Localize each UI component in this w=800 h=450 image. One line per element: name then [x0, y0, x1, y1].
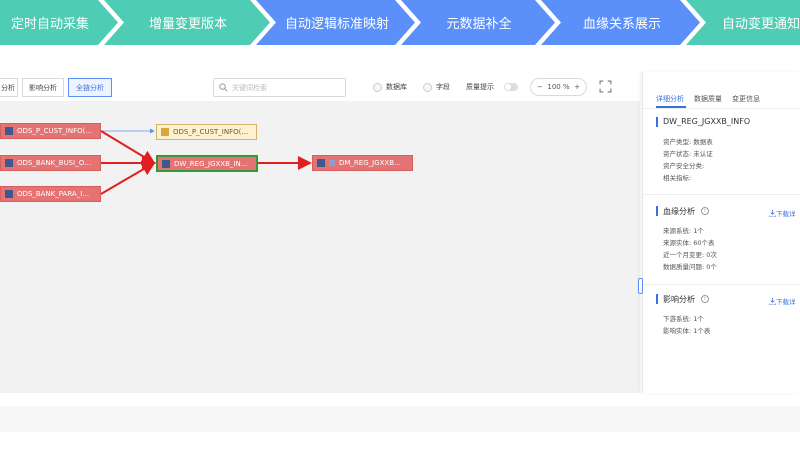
node-label: ODS_P_CUST_INFO(…	[17, 127, 93, 135]
download-label: 下载详	[776, 210, 796, 218]
node-label: DM_REG_JGXXB…	[339, 159, 402, 167]
node-label: ODS_P_CUST_INFO(…	[173, 128, 249, 136]
lineage-app: 定时自动采集 增量变更版本 自动逻辑标准映射 元数据补全 血缘关系展示 自动变更…	[0, 0, 800, 450]
pipeline-step-label: 自动变更通知	[721, 17, 800, 32]
filter-field-radio[interactable]	[423, 83, 432, 92]
help-icon[interactable]: i	[701, 207, 709, 215]
download-icon	[768, 298, 777, 306]
section-divider	[643, 194, 800, 195]
edge-n1-n5	[100, 130, 156, 165]
lineage-node-selected[interactable]: DW_REG_JGXXB_IN…	[156, 155, 258, 172]
search-placeholder: 关键词检索	[232, 83, 267, 92]
lineage-quality-issues: 数据质量问题: 0个	[663, 263, 717, 271]
edge-n3-n5	[100, 161, 156, 195]
search-icon	[219, 83, 228, 92]
node-label: DW_REG_JGXXB_IN…	[174, 159, 248, 168]
section-marker	[656, 117, 658, 127]
node-label: ODS_BANK_BUSI_O…	[17, 159, 92, 167]
table-icon	[317, 159, 325, 167]
search-input[interactable]: 关键词检索	[213, 78, 346, 97]
table-icon	[5, 127, 13, 135]
fullscreen-icon[interactable]	[599, 80, 612, 93]
impact-entities: 影响实体: 1个表	[663, 327, 711, 335]
filter-database-label: 数据库	[386, 83, 407, 91]
pipeline-step-label: 自动逻辑标准映射	[284, 17, 389, 32]
tab-change-info[interactable]: 变更信息	[732, 94, 760, 104]
pipeline-step-label: 血缘关系展示	[582, 17, 661, 32]
pipeline-step-label: 元数据补全	[446, 17, 512, 32]
zoom-level: 100 %	[547, 83, 570, 91]
pipeline-step-5: 血缘关系展示	[561, 0, 683, 45]
impact-section-title: 影响分析	[663, 295, 695, 304]
section-divider	[643, 284, 800, 285]
tab-detail-analysis[interactable]: 详细分析	[656, 94, 684, 104]
tab-analysis[interactable]: 分析	[0, 78, 18, 97]
asset-status: 资产状态: 未认证	[663, 150, 713, 158]
lineage-edges	[100, 128, 312, 195]
footer-band	[0, 406, 800, 432]
lineage-monthly-changes: 近一个月变更: 0次	[663, 251, 717, 259]
tab-label: 全链分析	[76, 83, 104, 92]
help-icon[interactable]: i	[701, 295, 709, 303]
download-lineage-link[interactable]: 下载详	[768, 208, 796, 218]
zoom-control: − 100 % +	[530, 78, 587, 96]
lineage-node-source[interactable]: ODS_BANK_PARA_I…	[0, 186, 101, 202]
link-icon	[329, 160, 335, 166]
section-marker	[656, 294, 658, 304]
quality-hint-toggle[interactable]	[504, 83, 518, 91]
impact-downstream-systems: 下游系统: 1个	[663, 315, 704, 323]
graph-toolbar: 分析 影响分析 全链分析 关键词检索 数据库 字段 质量提示 − 100 % +	[0, 76, 640, 100]
quality-hint-label: 质量提示	[466, 83, 494, 91]
related-metrics: 相关指标:	[663, 174, 692, 182]
tab-data-quality[interactable]: 数据质量	[694, 94, 722, 104]
tab-full-chain-analysis[interactable]: 全链分析	[68, 78, 112, 97]
asset-security-class: 资产安全分类:	[663, 162, 705, 170]
lineage-node-source[interactable]: ODS_BANK_BUSI_O…	[0, 155, 101, 171]
pipeline-step-4: 元数据补全	[421, 0, 537, 45]
lineage-canvas[interactable]: ODS_P_CUST_INFO(… ODS_BANK_BUSI_O… ODS_B…	[0, 101, 640, 393]
asset-name: DW_REG_JGXXB_INFO	[663, 117, 751, 126]
tab-label: 影响分析	[29, 83, 57, 92]
tab-label: 分析	[1, 83, 15, 92]
pipeline-step-label: 定时自动采集	[10, 17, 89, 32]
detail-panel: 详细分析 数据质量 变更信息 DW_REG_JGXXB_INFO 资产类型: 数…	[642, 72, 800, 393]
download-icon	[768, 210, 777, 218]
download-label: 下载详	[776, 298, 796, 306]
table-icon	[5, 159, 13, 167]
table-icon	[162, 159, 170, 168]
lineage-node-related[interactable]: ODS_P_CUST_INFO(…	[156, 124, 257, 140]
section-marker	[656, 206, 658, 216]
lineage-source-entities: 来源实体: 60个表	[663, 239, 715, 247]
pipeline-step-6: 自动变更通知	[706, 0, 800, 45]
filter-database-radio[interactable]	[373, 83, 382, 92]
pipeline-step-label: 增量变更版本	[148, 17, 227, 32]
lineage-source-systems: 来源系统: 1个	[663, 227, 704, 235]
table-icon	[5, 190, 13, 198]
pipeline-step-2: 增量变更版本	[124, 0, 252, 45]
tab-divider	[643, 108, 800, 109]
asset-type: 资产类型: 数据表	[663, 138, 713, 146]
filter-field-label: 字段	[436, 83, 450, 91]
pipeline-step-3: 自动逻辑标准映射	[276, 0, 398, 45]
zoom-out-button[interactable]: −	[537, 83, 543, 91]
lineage-node-target[interactable]: DM_REG_JGXXB…	[312, 155, 413, 171]
panel-collapse-handle[interactable]	[638, 278, 643, 294]
tab-impact-analysis[interactable]: 影响分析	[22, 78, 64, 97]
node-label: ODS_BANK_PARA_I…	[17, 190, 90, 198]
lineage-section-title: 血缘分析	[663, 207, 695, 216]
download-impact-link[interactable]: 下载详	[768, 296, 796, 306]
zoom-in-button[interactable]: +	[574, 83, 580, 91]
table-icon	[161, 128, 169, 136]
pipeline-step-1: 定时自动采集	[0, 0, 100, 45]
lineage-node-source[interactable]: ODS_P_CUST_INFO(…	[0, 123, 101, 139]
